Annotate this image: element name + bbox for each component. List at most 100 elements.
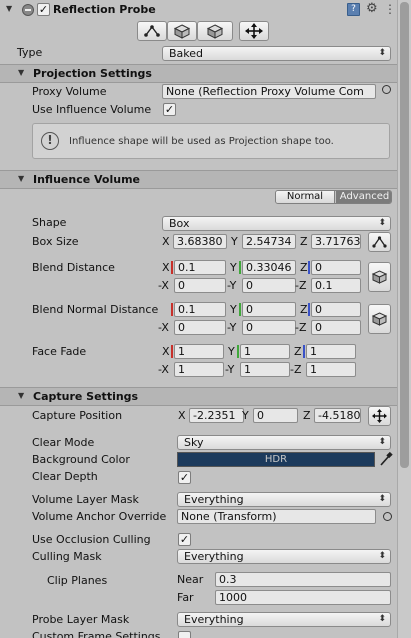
move-capture-position-button[interactable] bbox=[368, 406, 391, 426]
projection-box-tool-button[interactable] bbox=[197, 21, 233, 41]
edit-blend-distance-button[interactable] bbox=[368, 262, 391, 292]
x-axis-color-mark bbox=[171, 261, 173, 274]
projection-settings-header[interactable]: ▼ Projection Settings bbox=[0, 64, 397, 83]
mode-advanced-button[interactable]: Advanced bbox=[336, 191, 391, 203]
axis-label-y: Y bbox=[230, 303, 237, 316]
far-clip-field[interactable]: 1000 bbox=[215, 590, 391, 605]
projection-settings-title: Projection Settings bbox=[33, 67, 152, 80]
near-clip-field[interactable]: 0.3 bbox=[215, 572, 391, 587]
face-fade-label: Face Fade bbox=[32, 345, 87, 358]
blend-normal-neg-y-field[interactable]: 0 bbox=[242, 320, 296, 335]
face-fade-neg-z-field[interactable]: 1 bbox=[306, 362, 356, 377]
axis-label-neg-z: -Z bbox=[295, 279, 307, 292]
type-dropdown[interactable]: Baked ⬍ bbox=[162, 46, 391, 61]
move-arrows-icon bbox=[372, 409, 387, 423]
reflection-probe-icon bbox=[22, 4, 34, 16]
vertical-dots-icon[interactable]: ⋮ bbox=[384, 2, 396, 16]
clear-depth-label: Clear Depth bbox=[32, 470, 98, 483]
axis-label-y: Y bbox=[228, 345, 235, 358]
shape-dropdown[interactable]: Box ⬍ bbox=[162, 216, 391, 231]
foldout-arrow-icon[interactable]: ▼ bbox=[6, 4, 12, 13]
edit-box-size-button[interactable] bbox=[368, 232, 391, 252]
capture-position-label: Capture Position bbox=[32, 409, 123, 422]
clear-mode-dropdown[interactable]: Sky ⬍ bbox=[177, 435, 391, 450]
proxy-volume-label: Proxy Volume bbox=[32, 85, 107, 98]
gear-icon[interactable]: ⚙ bbox=[366, 1, 378, 16]
capture-position-x-field[interactable]: -2.2351 bbox=[189, 408, 244, 423]
component-enabled-checkbox[interactable]: ✓ bbox=[37, 3, 50, 16]
blend-distance-label: Blend Distance bbox=[32, 261, 115, 274]
move-arrows-icon bbox=[245, 23, 263, 39]
volume-anchor-override-field[interactable]: None (Transform) bbox=[177, 509, 376, 524]
face-fade-x-field[interactable]: 1 bbox=[174, 344, 224, 359]
eyedropper-icon[interactable] bbox=[379, 451, 393, 467]
blend-normal-neg-x-field[interactable]: 0 bbox=[174, 320, 226, 335]
near-label: Near bbox=[177, 573, 204, 586]
probe-layer-mask-dropdown[interactable]: Everything ⬍ bbox=[177, 612, 391, 627]
move-tool-button[interactable] bbox=[239, 21, 269, 41]
vertical-scrollbar[interactable] bbox=[397, 0, 411, 638]
box-icon bbox=[173, 24, 191, 39]
y-axis-color-mark bbox=[239, 261, 241, 274]
z-axis-color-mark bbox=[303, 345, 305, 358]
use-occlusion-culling-label: Use Occlusion Culling bbox=[32, 533, 151, 546]
blend-distance-y-field[interactable]: 0.33046 bbox=[242, 260, 296, 275]
blend-normal-y-field[interactable]: 0 bbox=[242, 302, 296, 317]
axis-label-neg-x: -X bbox=[158, 363, 169, 376]
box-icon bbox=[371, 312, 388, 326]
axis-label-z: Z bbox=[294, 345, 302, 358]
clear-mode-label: Clear Mode bbox=[32, 436, 95, 449]
blend-normal-neg-z-field[interactable]: 0 bbox=[311, 320, 361, 335]
influence-volume-header[interactable]: ▼ Influence Volume bbox=[0, 170, 397, 189]
info-text: Influence shape will be used as Projecti… bbox=[69, 136, 334, 147]
face-fade-z-field[interactable]: 1 bbox=[306, 344, 356, 359]
blend-distance-x-field[interactable]: 0.1 bbox=[174, 260, 226, 275]
face-fade-neg-x-field[interactable]: 1 bbox=[174, 362, 224, 377]
influence-volume-title: Influence Volume bbox=[33, 173, 141, 186]
scrollbar-thumb[interactable] bbox=[400, 2, 409, 468]
volume-layer-mask-dropdown[interactable]: Everything ⬍ bbox=[177, 492, 391, 507]
box-size-x-field[interactable]: 3.68380 bbox=[173, 234, 227, 249]
axis-label-x: X bbox=[178, 409, 186, 422]
blend-distance-z-field[interactable]: 0 bbox=[311, 260, 361, 275]
face-fade-y-field[interactable]: 1 bbox=[240, 344, 290, 359]
edit-shape-tool-button[interactable] bbox=[137, 21, 167, 41]
clip-planes-label: Clip Planes bbox=[47, 574, 108, 587]
blend-normal-x-field[interactable]: 0.1 bbox=[174, 302, 226, 317]
info-box: ! Influence shape will be used as Projec… bbox=[32, 123, 390, 159]
use-influence-volume-checkbox[interactable]: ✓ bbox=[163, 103, 176, 116]
object-picker-icon[interactable] bbox=[382, 85, 391, 94]
blend-distance-neg-x-field[interactable]: 0 bbox=[174, 278, 226, 293]
culling-mask-dropdown[interactable]: Everything ⬍ bbox=[177, 549, 391, 564]
capture-position-y-field[interactable]: 0 bbox=[253, 408, 298, 423]
foldout-arrow-icon: ▼ bbox=[18, 391, 25, 400]
face-fade-neg-y-field[interactable]: 1 bbox=[240, 362, 290, 377]
capture-settings-header[interactable]: ▼ Capture Settings bbox=[0, 387, 397, 406]
z-axis-color-mark bbox=[308, 303, 310, 316]
edit-mode-toggle: Normal Advanced bbox=[275, 190, 392, 204]
blend-distance-neg-y-field[interactable]: 0 bbox=[242, 278, 296, 293]
foldout-arrow-icon: ▼ bbox=[18, 174, 25, 183]
volume-layer-mask-label: Volume Layer Mask bbox=[32, 493, 139, 506]
x-axis-color-mark bbox=[171, 345, 173, 358]
background-color-swatch[interactable]: HDR bbox=[177, 452, 375, 467]
box-size-y-field[interactable]: 2.54734 bbox=[242, 234, 296, 249]
inspector-header: ▼ ✓ Reflection Probe ? ⚙ ⋮ bbox=[0, 0, 397, 20]
custom-frame-settings-checkbox[interactable] bbox=[178, 631, 191, 638]
box-size-z-field[interactable]: 3.71763 bbox=[311, 234, 361, 249]
object-picker-icon[interactable] bbox=[383, 512, 392, 521]
culling-mask-label: Culling Mask bbox=[32, 550, 102, 563]
blend-distance-neg-z-field[interactable]: 0.1 bbox=[311, 278, 361, 293]
axis-label-z: Z bbox=[300, 235, 308, 248]
book-help-icon[interactable]: ? bbox=[347, 3, 360, 16]
edit-blend-normal-button[interactable] bbox=[368, 304, 391, 334]
blend-normal-z-field[interactable]: 0 bbox=[311, 302, 361, 317]
proxy-volume-field[interactable]: None (Reflection Proxy Volume Com bbox=[162, 84, 376, 99]
axis-label-y: Y bbox=[231, 235, 238, 248]
mode-normal-button[interactable]: Normal bbox=[276, 191, 335, 203]
capture-position-z-field[interactable]: -4.5180 bbox=[314, 408, 361, 423]
edit-shape-icon bbox=[372, 236, 387, 248]
use-occlusion-culling-checkbox[interactable]: ✓ bbox=[178, 533, 191, 546]
influence-box-tool-button[interactable] bbox=[167, 21, 197, 41]
clear-depth-checkbox[interactable]: ✓ bbox=[178, 471, 191, 484]
